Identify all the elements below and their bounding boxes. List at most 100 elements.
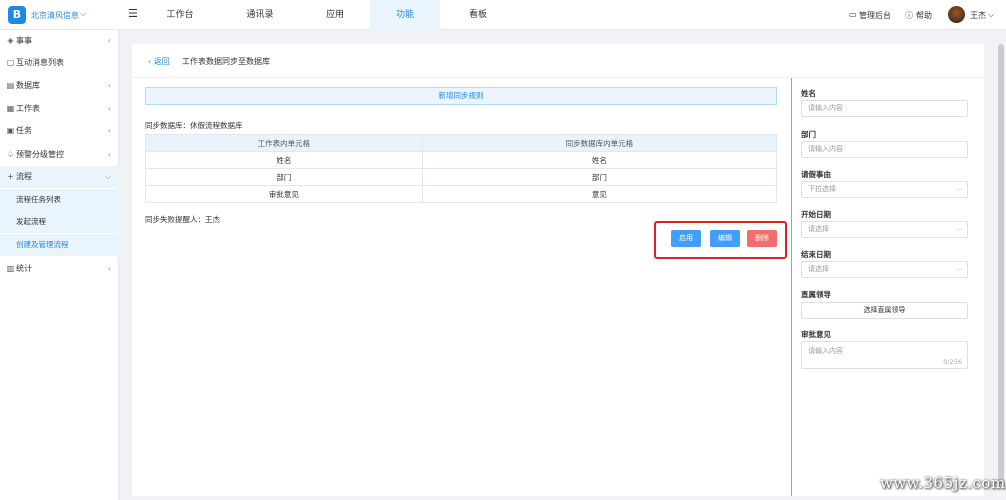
- chevron-left-icon: ‹: [107, 264, 111, 273]
- nav-contacts[interactable]: 通讯录: [230, 0, 290, 30]
- help-link[interactable]: 帮助: [916, 10, 932, 21]
- sidebar-item-label: 任务: [16, 126, 32, 135]
- reason-select[interactable]: 下拉选择 ⌵: [801, 181, 968, 198]
- nav-workbench[interactable]: 工作台: [150, 0, 210, 30]
- sheet-icon: ▦: [6, 104, 15, 113]
- table-cell: 审批意见: [145, 185, 423, 203]
- chevron-left-icon: ‹: [107, 126, 111, 135]
- edit-button[interactable]: 编辑: [710, 230, 740, 247]
- name-field[interactable]: 请输入内容: [801, 100, 968, 117]
- end-date-label: 结束日期: [801, 250, 831, 259]
- message-icon: ▢: [6, 58, 15, 67]
- org-name[interactable]: 北京清风信息: [31, 10, 79, 21]
- select-leader-button[interactable]: 选择直属领导: [801, 302, 968, 319]
- help-icon[interactable]: ⓘ: [905, 10, 913, 21]
- placeholder-text: 请选择: [808, 225, 829, 233]
- sidebar-item-label: 流程: [16, 172, 32, 181]
- opinion-textarea[interactable]: 请输入内容 0/256: [801, 341, 968, 369]
- sidebar-item-worksheet[interactable]: ▦ 工作表 ‹: [0, 98, 119, 120]
- end-date-picker[interactable]: 请选择 ⌵: [801, 261, 968, 278]
- nav-functions[interactable]: 功能: [370, 0, 440, 30]
- sidebar-item-label: 统计: [16, 264, 32, 273]
- start-date-picker[interactable]: 请选择 ⌵: [801, 221, 968, 238]
- field-mapping-table: 工作表内单元格 同步数据库内单元格 姓名 姓名 部门 部门 审批意见 意见: [145, 134, 778, 203]
- menu-toggle-icon[interactable]: ☰: [128, 7, 138, 20]
- sidebar-item-label: 事事: [16, 36, 32, 45]
- placeholder-text: 下拉选择: [808, 185, 836, 193]
- sidebar-item-matters[interactable]: ◈ 事事 ‹: [0, 30, 119, 52]
- sidebar-item-label: 互动消息列表: [16, 58, 64, 67]
- table-row: 姓名 姓名: [145, 151, 778, 169]
- user-name[interactable]: 王杰: [970, 10, 986, 21]
- chart-icon: ▥: [6, 264, 15, 273]
- dept-label: 部门: [801, 130, 816, 139]
- reason-label: 请假事由: [801, 170, 831, 179]
- form-preview-panel: 姓名 请输入内容 部门 请输入内容 请假事由 下拉选择 ⌵ 开始日期 请选择 ⌵ 结…: [791, 78, 984, 496]
- sidebar: ◈ 事事 ‹ ▢ 互动消息列表 ▤ 数据库 ‹ ▦ 工作表 ‹ ▣ 任务 ‹ ♤…: [0, 30, 119, 500]
- chevron-down-icon[interactable]: ⌵: [80, 9, 86, 19]
- char-count: 0/256: [943, 358, 962, 366]
- placeholder-text: 请选择: [808, 265, 829, 273]
- column-header: 工作表内单元格: [145, 134, 423, 152]
- table-cell: 姓名: [421, 151, 778, 169]
- nav-dashboard[interactable]: 看板: [448, 0, 508, 30]
- sidebar-item-warning[interactable]: ♤ 预警分级管控 ‹: [0, 144, 119, 166]
- table-cell: 姓名: [145, 151, 423, 169]
- start-date-label: 开始日期: [801, 210, 831, 219]
- table-header-row: 工作表内单元格 同步数据库内单元格: [145, 134, 778, 152]
- avatar[interactable]: [948, 6, 965, 23]
- name-label: 姓名: [801, 89, 816, 98]
- chevron-left-icon: ‹: [107, 36, 111, 45]
- chevron-down-icon: ⌵: [956, 225, 962, 233]
- sidebar-item-label: 预警分级管控: [16, 150, 64, 159]
- sidebar-item-messages[interactable]: ▢ 互动消息列表: [0, 52, 119, 74]
- sidebar-subitem-manage-process[interactable]: 创建及管理流程: [0, 234, 119, 256]
- page-title: 工作表数据同步至数据库: [182, 57, 270, 66]
- watermark: www.365jz.com: [880, 474, 1006, 492]
- sidebar-subitem-label: 发起流程: [16, 217, 46, 226]
- table-cell: 意见: [421, 185, 778, 203]
- back-label: 返回: [153, 57, 170, 66]
- placeholder-text: 请输入内容: [808, 104, 843, 112]
- chevron-left-icon: ‹: [107, 81, 111, 90]
- sidebar-item-database[interactable]: ▤ 数据库 ‹: [0, 75, 119, 97]
- top-bar: B 北京清风信息 ⌵ ☰ 工作台 通讯录 应用 功能 看板 ▭ 管理后台 ⓘ 帮…: [0, 0, 1006, 30]
- chevron-left-icon: ‹: [107, 104, 111, 113]
- sidebar-item-label: 数据库: [16, 81, 40, 90]
- scrollbar[interactable]: [997, 44, 1005, 496]
- table-row: 部门 部门: [145, 168, 778, 186]
- page-header: ‹ 返回 工作表数据同步至数据库: [132, 44, 984, 78]
- enable-button[interactable]: 启用: [671, 230, 701, 247]
- sidebar-subitem-task-list[interactable]: 流程任务列表: [0, 189, 119, 211]
- table-cell: 部门: [421, 168, 778, 186]
- layers-icon: ◈: [7, 36, 14, 45]
- admin-link[interactable]: 管理后台: [859, 10, 891, 21]
- chevron-down-icon[interactable]: ⌵: [988, 10, 994, 20]
- app-logo[interactable]: B: [8, 6, 26, 24]
- back-link[interactable]: ‹ 返回: [148, 56, 170, 67]
- nav-apps[interactable]: 应用: [305, 0, 365, 30]
- database-icon: ▤: [6, 81, 15, 90]
- column-header: 同步数据库内单元格: [421, 134, 778, 152]
- sidebar-item-process[interactable]: + 流程 ⌵: [0, 166, 119, 188]
- admin-icon[interactable]: ▭: [849, 10, 857, 19]
- sidebar-item-stats[interactable]: ▥ 统计 ‹: [0, 258, 119, 280]
- sync-database-label: 同步数据库：休假流程数据库: [145, 121, 243, 130]
- delete-button[interactable]: 删除: [747, 230, 777, 247]
- dept-field[interactable]: 请输入内容: [801, 141, 968, 158]
- sidebar-subitem-start-process[interactable]: 发起流程: [0, 211, 119, 233]
- sidebar-item-tasks[interactable]: ▣ 任务 ‹: [0, 120, 119, 142]
- opinion-label: 审批意见: [801, 330, 831, 339]
- scrollbar-thumb[interactable]: [998, 44, 1004, 484]
- chevron-left-icon: ‹: [107, 150, 111, 159]
- sidebar-item-label: 工作表: [16, 104, 40, 113]
- sidebar-subitem-label: 流程任务列表: [16, 195, 61, 204]
- chevron-down-icon: ⌵: [956, 265, 962, 273]
- chevron-down-icon: ⌵: [104, 172, 111, 181]
- chevron-down-icon: ⌵: [956, 185, 962, 193]
- table-row: 审批意见 意见: [145, 185, 778, 203]
- sidebar-subitem-label: 创建及管理流程: [16, 240, 69, 249]
- table-cell: 部门: [145, 168, 423, 186]
- add-sync-rule-button[interactable]: 新增同步规则: [145, 87, 777, 105]
- placeholder-text: 请输入内容: [808, 145, 843, 153]
